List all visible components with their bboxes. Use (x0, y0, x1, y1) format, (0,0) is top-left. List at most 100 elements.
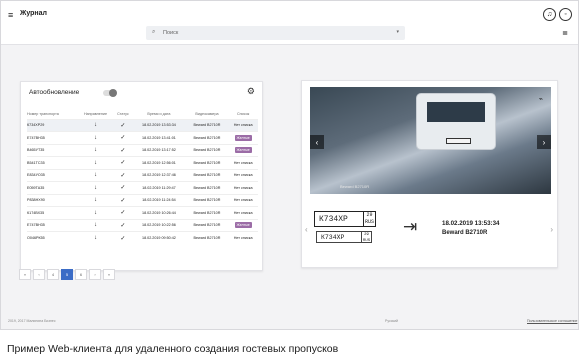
detection-time: 18.02.2019 13:53:34 (442, 220, 500, 227)
camera-cell: Beward B2710R (185, 218, 229, 232)
checkmark-icon: ✓ (113, 218, 133, 232)
previous-image-button[interactable]: ‹ (310, 135, 324, 149)
camera-snapshot: Beward B2710R ‹ › ⌁ (310, 87, 551, 194)
column-header: Статус (117, 111, 129, 116)
list-badge: Желтые (234, 147, 252, 154)
checkmark-icon: ✓ (113, 168, 133, 182)
user-icon[interactable]: ◦ (559, 8, 572, 21)
license-plate-small: К734ХР 29 RUS (316, 231, 372, 243)
time-cell: 18.02.2019 10:22:56 (132, 218, 186, 232)
detection-camera: Beward B2710R (442, 230, 488, 236)
pagination-button[interactable]: « (19, 269, 31, 280)
list-icon[interactable]: ≣ (562, 29, 568, 37)
checkmark-icon: ✓ (113, 118, 133, 132)
list-cell: Желтые (228, 218, 258, 232)
list-text: Нет списка (233, 236, 253, 240)
license-plate-region: 29 RUS (363, 211, 376, 227)
menu-icon[interactable]: ≡ (8, 11, 13, 20)
enter-icon: ⇥ (403, 217, 418, 236)
vehicle-plate-snapshot (446, 138, 471, 144)
license-plate-main-small: К734ХР (321, 234, 345, 241)
direction-icon: ↓ (77, 206, 114, 219)
checkmark-icon: ✓ (113, 143, 133, 157)
camera-cell: Beward B2710R (185, 131, 229, 144)
direction-icon: ↓ (77, 143, 114, 157)
plate-cell: Е747ВН35 (27, 218, 78, 232)
time-cell: 18.02.2019 11:24:54 (132, 193, 186, 207)
search-input[interactable]: ⌕ Поиск ▾ (146, 26, 405, 40)
table-row[interactable]: К174ВХ35 ↓ ✓ 18.02.2019 10:26:44 Beward … (27, 206, 258, 219)
list-text: Нет списка (233, 160, 253, 165)
autoupdate-toggle[interactable] (103, 89, 117, 97)
footer-copyright: 2019, 2017 Малинина Бизнес (8, 319, 56, 323)
list-text: Нет списка (233, 173, 253, 178)
table-row[interactable]: В465УТ35 ↓ ✓ 18.02.2019 13:17:52 Beward … (27, 143, 258, 157)
app-frame: ≡ Журнал ♫ ◦ ⌕ Поиск ▾ ≣ Автообновление … (0, 0, 579, 330)
table-row[interactable]: О046РК55 ↓ ✓ 18.02.2019 09:50:42 Beward … (27, 231, 258, 244)
time-cell: 18.02.2019 12:37:46 (132, 168, 186, 182)
column-header: Список (236, 111, 250, 116)
column-header: Направление (83, 111, 107, 116)
camera-cell: Beward B2710R (185, 143, 229, 157)
table-row[interactable]: В541ТС35 ↓ ✓ 18.02.2019 12:56:01 Beward … (27, 156, 258, 169)
bell-icon[interactable]: ♫ (543, 8, 556, 21)
direction-icon: ↓ (77, 131, 114, 144)
pagination-button[interactable]: 6 (75, 269, 87, 280)
pagination: «‹ 4 5 6 ›» (19, 269, 115, 280)
print-icon[interactable]: ⌁ (539, 95, 543, 103)
table-row[interactable]: Е747ВН35 ↓ ✓ 18.02.2019 13:41:01 Beward … (27, 131, 258, 144)
vehicle-window (427, 102, 485, 122)
direction-icon: ↓ (77, 218, 114, 232)
checkmark-icon: ✓ (113, 131, 133, 144)
user-agreement-link[interactable]: Пользовательское соглашение (527, 319, 577, 323)
camera-cell: Beward B2710R (185, 231, 229, 244)
next-image-button[interactable]: › (537, 135, 551, 149)
table-row[interactable]: Р838НХ90 ↓ ✓ 18.02.2019 11:24:54 Beward … (27, 193, 258, 207)
plate-cell: Р838НХ90 (27, 193, 78, 207)
checkmark-icon: ✓ (113, 156, 133, 169)
vehicle-detail-card: Beward B2710R ‹ › ⌁ К734ХР 29 RUS К734ХР … (301, 80, 558, 268)
table-row[interactable]: Е834УО35 ↓ ✓ 18.02.2019 12:37:46 Beward … (27, 168, 258, 182)
plate-cell: К734ХР29 (27, 118, 78, 132)
list-badge: Желтые (234, 222, 252, 229)
list-cell: Нет списка (228, 231, 258, 244)
vehicle-image (416, 93, 496, 150)
chevron-down-icon[interactable]: ▾ (396, 29, 399, 35)
direction-icon: ↓ (77, 181, 114, 194)
plate-cell: Е747ВН35 (27, 131, 78, 144)
prev-record-icon[interactable]: ‹ (305, 225, 308, 234)
pagination-button[interactable]: ‹ (33, 269, 45, 280)
next-record-icon[interactable]: › (550, 225, 553, 234)
plate-cell: О046РК55 (27, 231, 78, 244)
list-text: Нет списка (233, 185, 253, 190)
direction-icon: ↓ (77, 193, 114, 207)
list-text: Нет списка (233, 123, 253, 128)
column-header: Видеокамера (195, 111, 219, 116)
direction-icon: ↓ (77, 156, 114, 169)
pagination-button[interactable]: › (89, 269, 101, 280)
table-row[interactable]: Е747ВН35 ↓ ✓ 18.02.2019 10:22:56 Beward … (27, 218, 258, 232)
camera-cell: Beward B2710R (185, 118, 229, 132)
pagination-button[interactable]: » (103, 269, 115, 280)
table-row[interactable]: Е059ТА35 ↓ ✓ 18.02.2019 11:29:47 Beward … (27, 181, 258, 194)
camera-label: Beward B2710R (340, 184, 370, 189)
caption: Пример Web-клиента для удаленного создан… (7, 343, 339, 355)
table-row[interactable]: К734ХР29 ↓ ✓ 18.02.2019 13:53:34 Beward … (27, 118, 258, 132)
gear-icon[interactable]: ⚙ (247, 86, 255, 97)
checkmark-icon: ✓ (113, 206, 133, 219)
language-selector[interactable]: Русский (385, 319, 398, 323)
pagination-button[interactable]: 4 (47, 269, 59, 280)
page-title: Журнал (20, 10, 47, 17)
list-text: Нет списка (233, 198, 253, 203)
list-cell: Нет списка (228, 156, 258, 169)
plate-cell: К174ВХ35 (27, 206, 78, 219)
camera-cell: Beward B2710R (185, 181, 229, 194)
checkmark-icon: ✓ (113, 181, 133, 194)
column-header: Время и дата (147, 111, 171, 116)
journal-card: Автообновление ⚙ Номер транспорта Направл… (20, 81, 263, 271)
pagination-button[interactable]: 5 (61, 269, 73, 280)
plate-cell: В465УТ35 (27, 143, 78, 157)
autoupdate-label: Автообновление (29, 89, 80, 96)
license-plate-large: К734ХР 29 RUS (314, 211, 376, 227)
time-cell: 18.02.2019 13:41:01 (132, 131, 186, 144)
